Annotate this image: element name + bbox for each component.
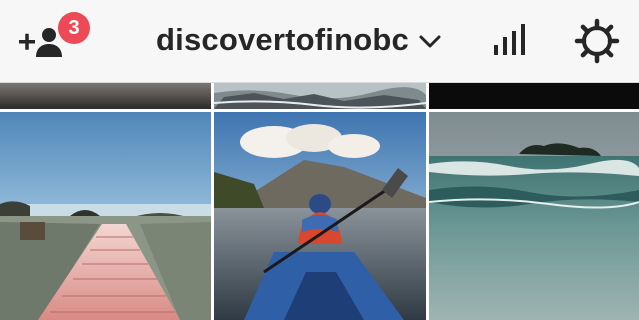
discover-people-button[interactable]: 3 (16, 12, 90, 64)
photo-tile[interactable] (214, 112, 426, 320)
photo-tile[interactable] (214, 83, 426, 109)
photo-tile[interactable] (0, 83, 211, 109)
photo-tile[interactable] (0, 112, 211, 320)
gear-icon[interactable] (574, 18, 620, 64)
photo-grid (0, 83, 639, 320)
username-title: discovertofinobc (156, 22, 409, 57)
photo-tile[interactable] (429, 112, 639, 320)
photo-tile[interactable] (429, 83, 639, 109)
chevron-down-icon (419, 35, 441, 48)
notification-badge: 3 (58, 12, 90, 44)
account-switcher[interactable]: discovertofinobc (156, 20, 441, 60)
bar-chart-icon[interactable] (493, 23, 527, 57)
profile-header: 3 discovertofinobc (0, 0, 639, 83)
